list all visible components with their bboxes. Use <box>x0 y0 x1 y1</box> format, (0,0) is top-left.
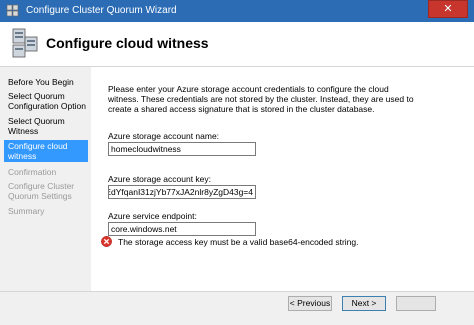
wizard-header: Configure cloud witness <box>0 22 474 67</box>
content-panel: Please enter your Azure storage account … <box>91 67 474 291</box>
endpoint-label: Azure service endpoint: <box>108 211 197 221</box>
account-key-value: z//vEdYfqanI31zjYb77xJA2nlr8yZgD43g=4 <box>108 187 253 197</box>
instructions-text: Please enter your Azure storage account … <box>108 84 414 114</box>
nav-step-select-quorum-configuration-option[interactable]: Select Quorum Configuration Option <box>4 91 88 111</box>
nav-step-select-quorum-witness[interactable]: Select Quorum Witness <box>4 116 88 136</box>
nav-step-summary: Summary <box>8 206 45 216</box>
account-key-label: Azure storage account key: <box>108 174 212 184</box>
nav-step-configure-cloud-witness[interactable]: Configure cloud witness <box>4 140 88 162</box>
cluster-servers-icon <box>12 28 38 58</box>
nav-step-before-you-begin[interactable]: Before You Begin <box>4 77 88 87</box>
account-name-label: Azure storage account name: <box>108 131 220 141</box>
cluster-app-icon <box>6 4 19 17</box>
nav-step-confirmation: Confirmation <box>8 167 57 177</box>
close-button[interactable]: ✕ <box>428 0 468 18</box>
account-name-field[interactable]: homecloudwitness <box>108 142 256 156</box>
error-icon <box>101 236 112 247</box>
footer-divider <box>0 291 474 292</box>
previous-button[interactable]: < Previous <box>288 296 332 311</box>
next-button[interactable]: Next > <box>342 296 386 311</box>
title-bar: Configure Cluster Quorum Wizard ✕ <box>0 0 474 22</box>
wizard-steps-nav: Before You Begin Select Quorum Configura… <box>0 67 90 292</box>
extra-button[interactable] <box>396 296 436 311</box>
nav-step-configure-cluster-quorum-settings: Configure Cluster Quorum Settings <box>8 181 75 201</box>
close-icon: ✕ <box>443 3 453 15</box>
endpoint-field[interactable]: core.windows.net <box>108 222 256 236</box>
window-title: Configure Cluster Quorum Wizard <box>26 5 177 16</box>
account-key-field[interactable]: z//vEdYfqanI31zjYb77xJA2nlr8yZgD43g=4 <box>108 185 256 199</box>
page-title: Configure cloud witness <box>46 35 209 51</box>
validation-error-message: The storage access key must be a valid b… <box>118 237 359 247</box>
